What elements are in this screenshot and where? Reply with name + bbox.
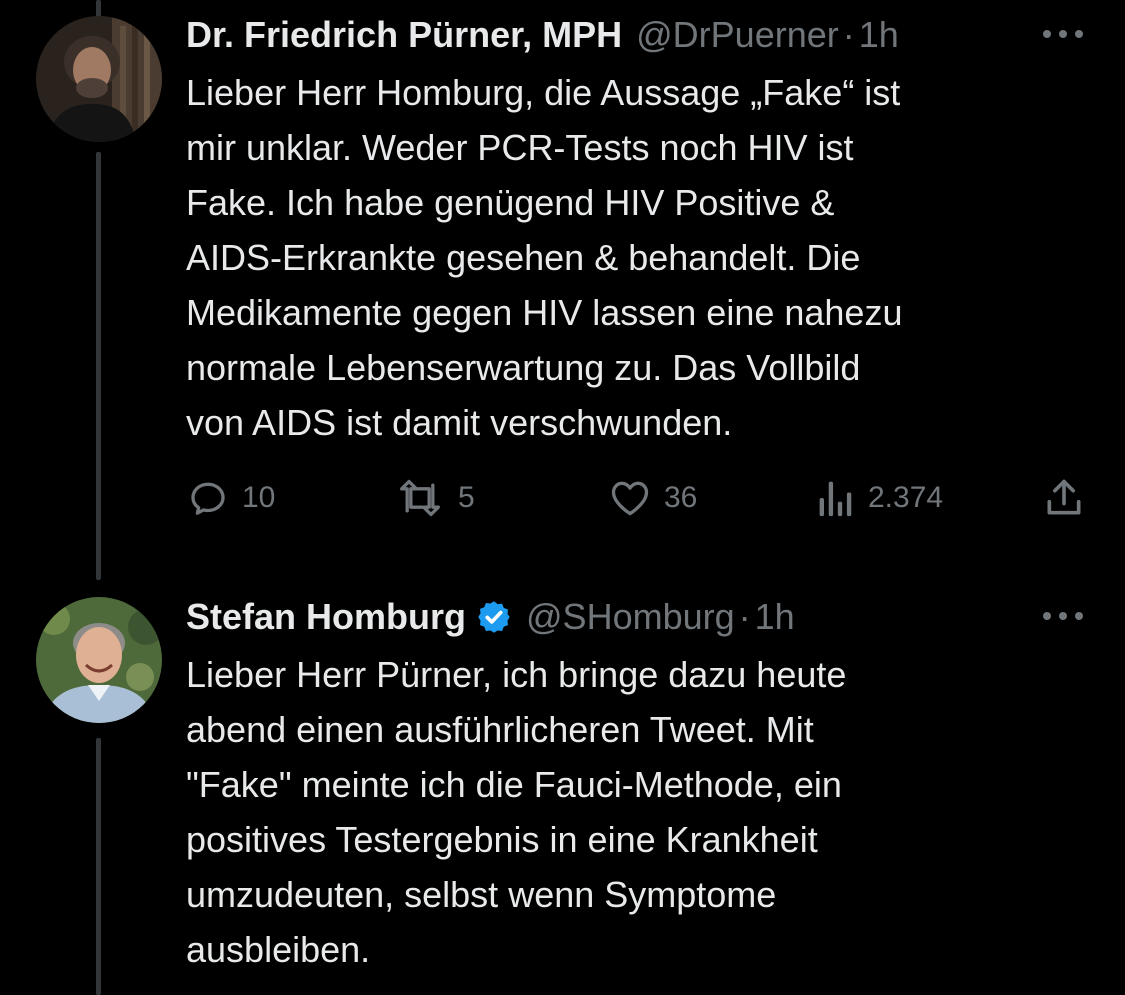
tweet-actions: 10 5 36 2.374 — [186, 474, 1096, 522]
views-count: 2.374 — [868, 481, 944, 514]
avatar-smiling-man-icon — [36, 597, 162, 723]
thread-line-bottom — [96, 738, 101, 995]
more-options-icon[interactable] — [1043, 610, 1083, 622]
retweet-icon — [400, 479, 440, 517]
separator-dot: · — [738, 596, 751, 637]
verified-badge-icon — [478, 601, 510, 633]
views-bar-chart-icon — [819, 481, 852, 517]
like-button[interactable]: 36 — [608, 474, 697, 522]
heart-icon — [611, 481, 649, 516]
reply-button[interactable]: 10 — [186, 474, 275, 522]
tweet-text: Lieber Herr Pürner, ich bringe dazu heut… — [186, 654, 847, 970]
retweet-button[interactable]: 5 — [394, 474, 475, 522]
display-name[interactable]: Stefan Homburg — [186, 595, 466, 639]
retweet-count: 5 — [458, 481, 475, 514]
thread-line-middle — [96, 152, 101, 580]
like-count: 36 — [664, 481, 698, 514]
views-button[interactable]: 2.374 — [816, 474, 943, 522]
avatar[interactable] — [36, 597, 162, 723]
avatar-bearded-man-icon — [36, 16, 162, 142]
avatar[interactable] — [36, 16, 162, 142]
more-options-icon[interactable] — [1043, 28, 1083, 40]
user-handle[interactable]: @SHomburg — [526, 595, 735, 639]
tweet-text: Lieber Herr Homburg, die Aussage „Fake“ … — [186, 72, 903, 443]
user-handle[interactable]: @DrPuerner — [636, 13, 839, 57]
timestamp[interactable]: 1h — [755, 595, 795, 639]
separator-dot: · — [842, 14, 855, 55]
reply-count: 10 — [242, 481, 276, 514]
display-name[interactable]: Dr. Friedrich Pürner, MPH — [186, 13, 622, 57]
timestamp[interactable]: 1h — [859, 13, 899, 57]
tweet-header: Stefan Homburg @SHomburg · 1h — [186, 595, 795, 639]
reply-icon — [191, 482, 225, 515]
share-icon — [1047, 479, 1081, 515]
share-button[interactable] — [1042, 474, 1086, 522]
tweet-header: Dr. Friedrich Pürner, MPH @DrPuerner · 1… — [186, 13, 899, 57]
